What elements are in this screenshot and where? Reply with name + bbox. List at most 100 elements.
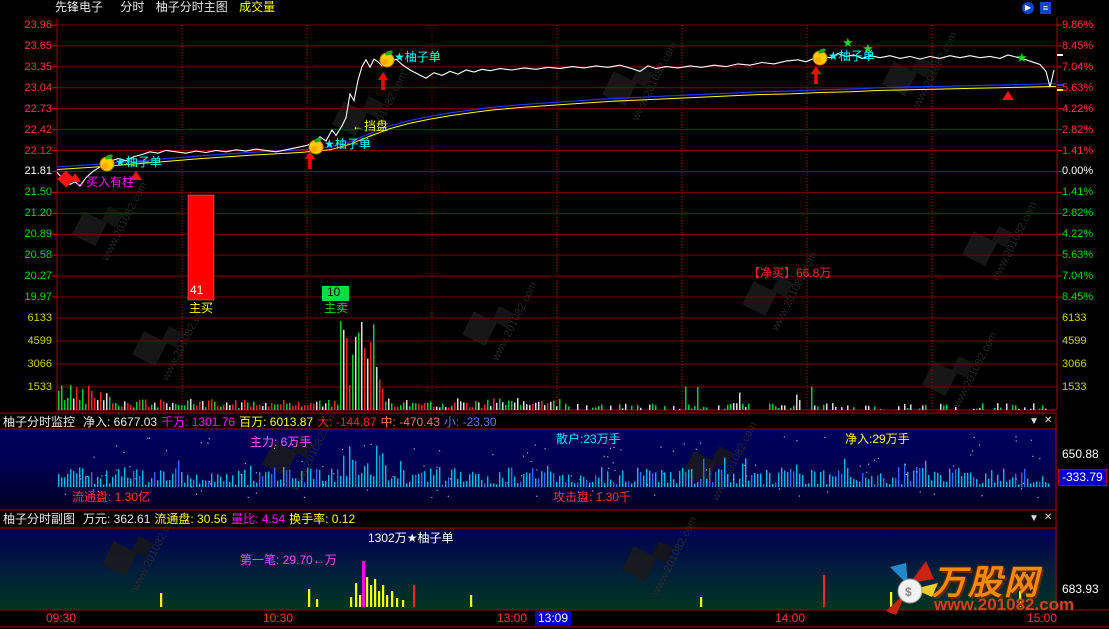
pinwheel-icon: $ [872,553,1109,629]
signal-markers: ★★★ [58,35,1063,187]
price-axis-label: 23.04 [2,82,52,94]
time-label: 09:30 [46,611,76,626]
volume-axis-label: 4599 [2,335,52,347]
subchart-title[interactable]: 柚子分时副图 [3,512,75,526]
volume-axis-label: 6133 [2,312,52,324]
percent-axis-label: 7.04% [1062,270,1093,282]
subchart-panel-header: 柚子分时副图万元: 362.61 流通盘: 30.56 量比: 4.54 换手率: 0… [3,511,363,527]
price-axis-label: 21.50 [2,186,52,198]
volume-bars [58,321,1047,410]
pomelo-icon [309,136,323,154]
sell-bar-label: 主卖 [324,302,348,315]
trading-app-window: 先锋电子 分时 柚子分时主图 成交量 ▶ ≡ www.201082.comwww… [0,0,1109,629]
monitor-title[interactable]: 柚子分时监控 [3,415,75,429]
net-buy-annotation: 【净买】66.8万 [748,267,831,280]
percent-axis-label: 2.82% [1062,124,1093,136]
monitor-minimize-icon[interactable]: ▼ [1029,416,1039,428]
price-axis-label: 21.81 [2,165,52,177]
subchart-first-trade: 第一笔: 29.70←万 [240,554,337,567]
volume-axis-label: 1533 [2,381,52,393]
youzi-signal-label: ★柚子单 [394,51,441,64]
percent-axis-label: 9.86% [1062,19,1093,31]
time-label: 14:00 [775,611,805,626]
play-icon[interactable]: ▶ [1022,2,1034,14]
monitor-right-top-value: 650.88 [1062,448,1099,461]
pomelo-icon [813,47,827,65]
svg-text:$: $ [905,585,912,599]
percent-axis-label: 7.04% [1062,61,1093,73]
percent-axis-label: 4.22% [1062,103,1093,115]
price-axis-label: 23.96 [2,19,52,31]
time-label-highlight: 13:09 [535,611,571,626]
price-axis-label: 21.20 [2,207,52,219]
percent-axis-label: 5.63% [1062,249,1093,261]
price-axis-label: 20.27 [2,270,52,282]
percent-axis-label: 0.00% [1062,165,1093,177]
volume-axis-label: 3066 [1062,358,1086,370]
stat-item: 大: -144.87 [317,415,376,429]
up-arrow-icon [811,66,821,84]
price-axis-label: 20.58 [2,249,52,261]
monitor-stats: 净入: 6677.03 千万: 1301.76 百万: 6013.87 大: -144… [83,415,501,429]
percent-axis-label: 5.63% [1062,82,1093,94]
price-axis-label: 19.97 [2,291,52,303]
volume-axis-label: 4599 [1062,335,1086,347]
stat-item: 万元: 362.61 [83,512,150,526]
time-label: 13:00 [497,611,527,626]
price-axis-label: 23.35 [2,61,52,73]
percent-axis-label: 1.41% [1062,145,1093,157]
monitor-panel-header: 柚子分时监控净入: 6677.03 千万: 1301.76 百万: 6013.87 大… [3,414,505,430]
monitor-jingru-text: 净入:29万手 [845,433,910,446]
list-glyph: ≡ [1043,3,1048,13]
price-axis-label: 23.65 [2,40,52,52]
stat-item: 流通盘: 30.56 [154,512,227,526]
percent-axis-label: 4.22% [1062,228,1093,240]
star-icon: ★ [1016,50,1028,65]
buy-bar-value: 41 [190,284,203,297]
buy-bar-label: 主买 [189,302,213,315]
stat-item: 中: -470.43 [381,415,440,429]
stat-item: 换手率: 0.12 [289,512,355,526]
star-icon: ★ [842,35,854,50]
dangpan-annotation: ←挡盘 [352,120,388,133]
stat-item: 量比: 4.54 [231,512,285,526]
subchart-stats: 万元: 362.61 流通盘: 30.56 量比: 4.54 换手率: 0.12 [83,512,359,526]
percent-axis-label: 2.82% [1062,207,1093,219]
stat-item: 净入: 6677.03 [83,415,157,429]
pomelo-icon [380,49,394,67]
monitor-zhuli-text: 主力: 6万手 [250,436,311,449]
diamond-icon [58,171,75,188]
volume-axis-label: 1533 [1062,381,1086,393]
subchart-minimize-icon[interactable]: ▼ [1029,513,1039,525]
buy-signal-annotation: ←买入有柱 [74,176,134,189]
stat-item: 小: -23.30 [444,415,497,429]
price-axis-label: 20.89 [2,228,52,240]
time-label: 10:30 [263,611,293,626]
triangle-up-icon [1002,91,1014,100]
monitor-gongji-text: 攻击盘: 1.30千 [553,491,631,504]
percent-axis-label: 1.41% [1062,186,1093,198]
monitor-liutong-text: 流通盘: 1.30亿 [72,491,150,504]
wangguwang-logo: $ 万股网 www.201082.com [872,553,1109,629]
monitor-sanhu-text: 散户:23万手 [556,433,621,446]
list-icon[interactable]: ≡ [1040,2,1051,14]
play-glyph: ▶ [1025,3,1031,12]
price-axis-label: 22.12 [2,145,52,157]
sell-bar-value: 10 [327,286,340,299]
monitor-close-icon[interactable]: ✕ [1044,415,1052,427]
stat-item: 千万: 1301.76 [161,415,235,429]
youzi-signal-label: ★柚子单 [115,156,162,169]
chart-canvas[interactable]: www.201082.comwww.201082.comwww.201082.c… [0,0,1109,629]
pomelo-icon [100,153,114,171]
stat-item: 百万: 6013.87 [239,415,313,429]
subchart-bar-label: 1302万★柚子单 [368,532,453,545]
price-axis-label: 22.42 [2,124,52,136]
volume-axis-label: 6133 [1062,312,1086,324]
youzi-signal-label: ★柚子单 [828,50,875,63]
percent-axis-label: 8.45% [1062,291,1093,303]
subchart-close-icon[interactable]: ✕ [1044,512,1052,524]
youzi-signal-label: ★柚子单 [324,138,371,151]
volume-axis-label: 3066 [2,358,52,370]
percent-axis-label: 8.45% [1062,40,1093,52]
monitor-right-highlight-value: -333.79 [1058,469,1107,486]
